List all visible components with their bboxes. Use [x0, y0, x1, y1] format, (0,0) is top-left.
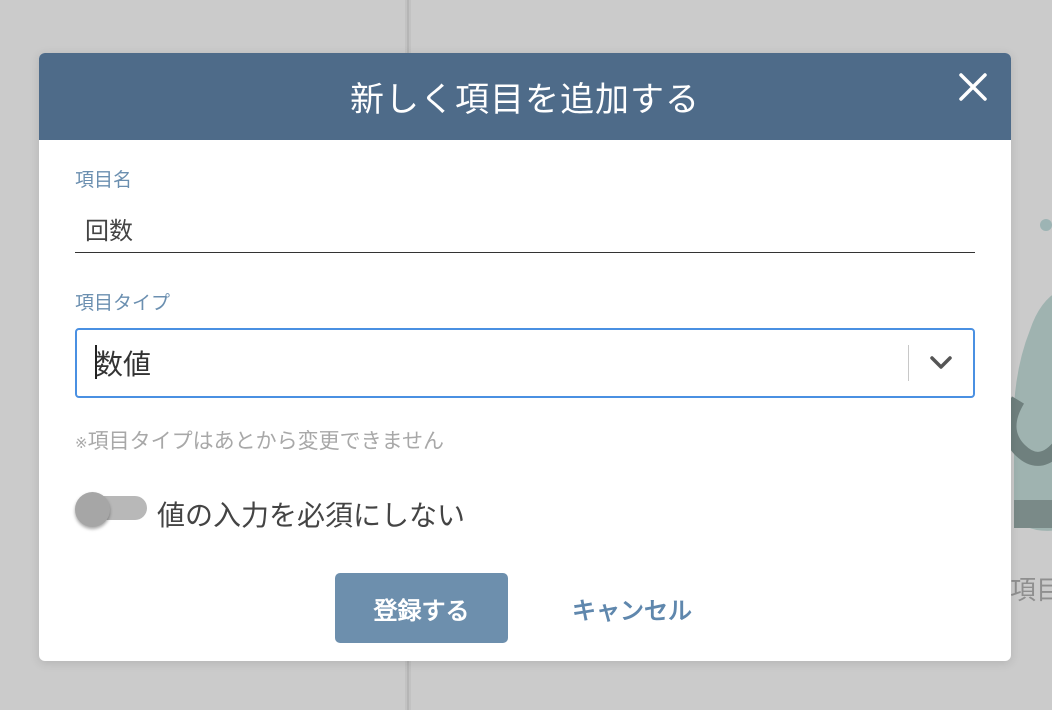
item-name-label: 項目名 [75, 169, 133, 191]
item-name-input[interactable] [75, 205, 975, 253]
required-toggle[interactable] [75, 492, 149, 529]
background-side-label: 項目 [1010, 576, 1052, 606]
note-mark: ※ [75, 434, 88, 452]
chevron-down-icon [930, 356, 952, 369]
item-type-note: ※項目タイプはあとから変更できません [75, 425, 444, 455]
cancel-button[interactable]: キャンセル [547, 573, 717, 643]
close-button[interactable] [953, 67, 993, 107]
close-icon [959, 73, 987, 101]
register-button[interactable]: 登録する [335, 573, 508, 643]
item-type-select[interactable]: 数値 [75, 328, 975, 398]
dialog-title: 新しく項目を追加する [350, 80, 700, 120]
add-item-dialog: 新しく項目を追加する 項目名 項目タイプ 数値 ※項目タイプはあとから変更できま… [39, 53, 1011, 661]
item-type-selected-value: 数値 [77, 343, 908, 383]
select-arrow[interactable] [909, 356, 973, 370]
required-toggle-label: 値の入力を必須にしない [157, 499, 466, 532]
note-text: 項目タイプはあとから変更できません [87, 429, 444, 453]
toggle-knob [75, 492, 110, 527]
dialog-header: 新しく項目を追加する [39, 53, 1011, 140]
item-type-label: 項目タイプ [75, 292, 171, 314]
